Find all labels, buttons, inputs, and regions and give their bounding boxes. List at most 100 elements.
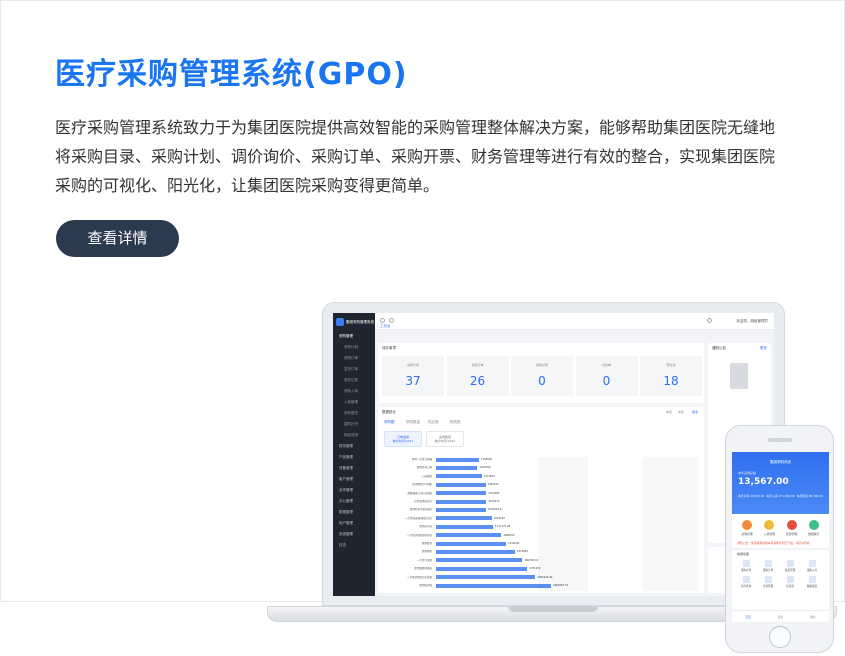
phone-shortcut[interactable]: 结算管理 [785, 520, 799, 536]
tab-quantity[interactable]: 采购数量 [406, 420, 420, 425]
stat-card[interactable]: 付款单 0 [575, 356, 638, 396]
notice-more-link[interactable]: 更多 [760, 346, 767, 351]
tab-amount[interactable]: 采购额 [384, 420, 395, 425]
sidebar-item[interactable]: 发货订单 [333, 364, 375, 375]
stat-card[interactable]: 采购订单 26 [446, 356, 509, 396]
phone-tab-message[interactable]: 消息 [778, 615, 783, 619]
bar-row: 一次性引流袋 2603503.8 [382, 558, 682, 563]
function-label: 发货管理 [784, 569, 796, 572]
bar[interactable] [436, 541, 507, 546]
phone-screen: 集团采购系统 本年采购总额 13,567.00 本月订单 23,806.00 本… [732, 452, 829, 622]
bar[interactable] [436, 575, 536, 580]
bar[interactable] [436, 507, 486, 512]
sidebar-item[interactable]: 入库管理 [333, 397, 375, 408]
bar[interactable] [436, 558, 523, 563]
refresh-icon[interactable] [389, 318, 394, 323]
phone-function-item[interactable]: 采购入库 [801, 560, 823, 572]
user-menu[interactable]: 欢迎您，超级管理员 [737, 319, 769, 324]
function-icon [764, 576, 772, 583]
function-label: 采购计划 [740, 569, 752, 572]
product-description: 医疗采购管理系统致力于为集团医院提供高效智能的采购管理整体解决方案，能够帮助集团… [55, 113, 795, 200]
phone-tab-home[interactable]: 首页 [746, 615, 751, 619]
notice-title: 通知公告 [712, 346, 726, 350]
range-year[interactable]: 本年 [678, 410, 684, 414]
bar[interactable] [436, 457, 480, 462]
bell-icon[interactable] [707, 318, 712, 323]
bar-row: 静脉输液针(带过滤器) 1513060 [382, 491, 682, 496]
shortcut-icon [786, 520, 797, 530]
bar-value: 1243596 [479, 466, 491, 470]
bar[interactable] [436, 533, 502, 538]
shortcut-label: 数据统计 [808, 532, 820, 536]
sidebar-item[interactable]: 采购退货 [333, 408, 375, 419]
stat-card[interactable]: 验收记录 0 [511, 356, 573, 396]
phone-function-item[interactable]: 采购计划 [735, 560, 757, 572]
stat-value: 0 [538, 374, 546, 388]
phone-function-item[interactable]: 发货管理 [779, 560, 801, 572]
phone-shortcut[interactable]: 采购管理 [740, 520, 754, 536]
sidebar-item[interactable]: 物品追溯 [333, 430, 375, 441]
phone-section-title: 常用功能 [732, 548, 829, 558]
phone-mockup: 集团采购系统 本年采购总额 13,567.00 本月订单 23,806.00 本… [725, 425, 834, 653]
sidebar-item[interactable]: 验收记录 [333, 375, 375, 386]
phone-function-item[interactable]: 付款管理 [757, 576, 779, 588]
chip-order-amount[interactable]: 订单金额 统计时间:2021 [384, 431, 422, 447]
menu-icon[interactable] [380, 318, 385, 323]
phone-function-item[interactable]: 采购订单 [757, 560, 779, 572]
sidebar-item[interactable]: 采购计划 [333, 342, 375, 353]
bar[interactable] [436, 499, 487, 504]
bar-row: 医用检查手套(无粉) 1503644.6 [382, 507, 682, 512]
bar[interactable] [436, 491, 487, 496]
stat-label: 采购计划 [406, 363, 419, 367]
sidebar-item[interactable]: 采购订单 [333, 353, 375, 364]
function-label: 数据报表 [806, 585, 818, 588]
bar-value: 1375603 [483, 474, 495, 478]
stat-card[interactable]: 预付款 18 [640, 356, 702, 396]
bar-label: 一次性使用无菌导尿包 [406, 533, 432, 537]
bar[interactable] [436, 474, 482, 479]
tab-workbench[interactable]: 工作台 [380, 324, 391, 329]
bar[interactable] [436, 524, 494, 529]
phone-shortcut[interactable]: 入库管理 [762, 520, 776, 536]
chip-purchase-qty[interactable]: 采购数量 统计时间:2021 [426, 431, 464, 447]
phone-function-item[interactable]: 供应商 [779, 576, 801, 588]
bar-row: 一次性使用无菌导尿包 1968152 [382, 533, 682, 538]
shortcut-label: 入库管理 [763, 532, 775, 536]
bar[interactable] [436, 549, 515, 554]
sidebar-item[interactable]: 采购入库 [333, 386, 375, 397]
bar-value: 2603503.8 [524, 558, 538, 562]
phone-shortcut[interactable]: 数据统计 [807, 520, 821, 536]
stat-card[interactable]: 采购计划 37 [382, 356, 444, 396]
phone-stat: 本月结算 86,586.00 [796, 494, 823, 498]
todo-title: 待办事项 [382, 346, 396, 350]
tab-supplier[interactable]: 供应商 [428, 420, 439, 425]
stat-value: 26 [469, 374, 486, 388]
bar-label: 医用胶带 [421, 542, 432, 545]
bar-value: 1503644.6 [487, 508, 502, 512]
function-label: 付款管理 [762, 585, 774, 588]
shortcut-label: 采购管理 [741, 532, 753, 536]
range-month[interactable]: 本月 [666, 410, 672, 414]
bar[interactable] [436, 583, 551, 588]
phone-function-grid: 采购计划 采购订单 发货管理 采购入库库存查询 付款管理 供应商 数据报表 [732, 558, 829, 594]
bar[interactable] [436, 566, 528, 571]
phone-home-button [769, 626, 791, 648]
view-details-button[interactable]: 查看详情 [56, 220, 179, 257]
phone-tabbar: 首页 消息 我的 [732, 610, 829, 622]
range-more[interactable]: 更多 [692, 410, 698, 414]
tab-category[interactable]: 物资类 [450, 420, 461, 425]
bar[interactable] [436, 482, 486, 487]
bar[interactable] [436, 516, 492, 521]
sidebar-item[interactable]: 直购补货 [333, 419, 375, 430]
phone-function-item[interactable]: 库存查询 [735, 576, 757, 588]
empty-notice-icon [730, 363, 748, 389]
bar-row: 医用防护服 3462897.72 [382, 583, 682, 588]
sidebar-item[interactable]: 财务管理 [333, 441, 375, 452]
bar[interactable] [436, 465, 478, 470]
page-title: 医疗采购管理系统(GPO) [55, 57, 408, 92]
function-label: 采购订单 [762, 569, 774, 572]
phone-notice[interactable]: 通知公告：集团采购系统本月采购计划已下发，请及时查看 [732, 538, 829, 548]
phone-function-item[interactable]: 数据报表 [801, 576, 823, 588]
phone-tab-mine[interactable]: 我的 [810, 615, 815, 619]
sidebar-item[interactable]: 采购管理 [333, 331, 375, 342]
